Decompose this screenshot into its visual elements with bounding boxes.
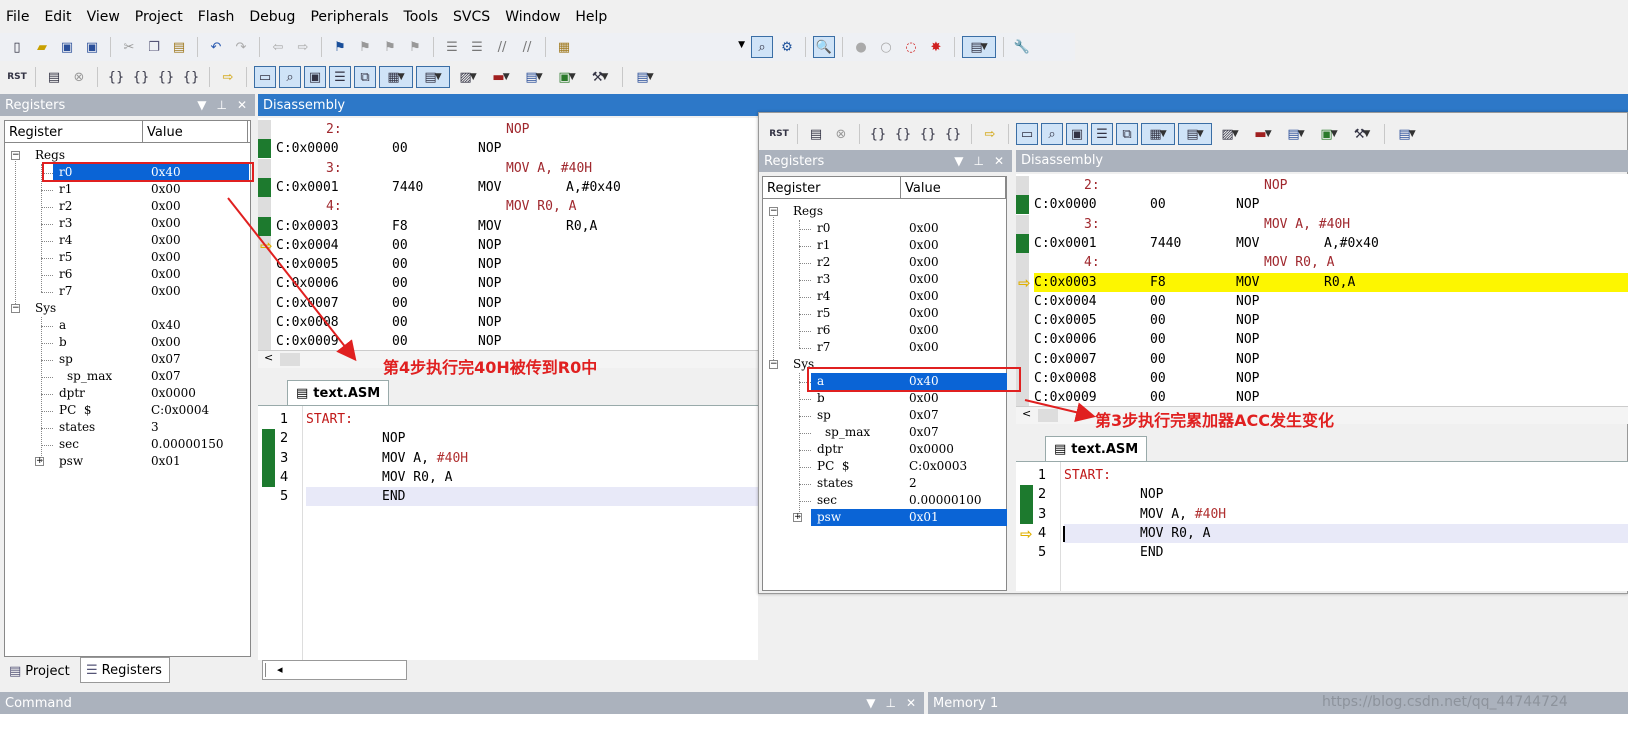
right-annotation: 第3步执行完累加器ACC发生变化 bbox=[1095, 411, 1335, 430]
annotation-arrows bbox=[227, 197, 1096, 423]
left-arrow bbox=[227, 197, 357, 362]
left-annotation: 第4步执行完40H被传到R0中 bbox=[383, 358, 598, 377]
right-arrow bbox=[1024, 399, 1096, 423]
